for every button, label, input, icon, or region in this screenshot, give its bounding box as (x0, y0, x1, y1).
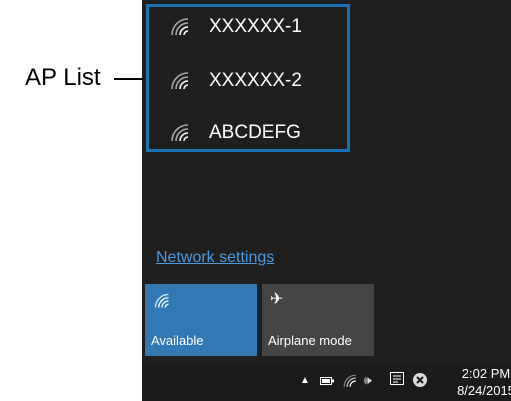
available-tile[interactable]: Available (145, 284, 257, 356)
wifi-icon (171, 18, 189, 36)
network-name: XXXXXX-2 (209, 70, 302, 91)
wifi-icon[interactable] (342, 373, 358, 389)
volume-icon[interactable]: 🕪 (364, 373, 372, 388)
airplane-mode-tile[interactable]: ✈ Airplane mode (262, 284, 374, 356)
airplane-icon: ✈ (270, 291, 284, 308)
ap-list: XXXXXX-1 XXXXXX-2 ABCDEFG (146, 4, 350, 152)
airplane-label: Airplane mode (268, 333, 352, 348)
network-item[interactable]: XXXXXX-1 (169, 9, 302, 45)
wifi-icon (171, 72, 189, 90)
network-item[interactable]: ABCDEFG (169, 115, 301, 151)
wifi-icon (171, 124, 189, 142)
wifi-icon (154, 293, 169, 308)
available-label: Available (151, 333, 204, 348)
network-name: XXXXXX-1 (209, 16, 302, 37)
clock-time: 2:02 PM (461, 366, 511, 381)
battery-icon[interactable] (320, 376, 334, 386)
network-settings-link[interactable]: Network settings (156, 249, 274, 267)
clock-date: 8/24/2015 (457, 383, 511, 398)
network-name: ABCDEFG (209, 122, 301, 143)
ap-list-callout-label: AP List (25, 64, 101, 91)
close-circle-icon[interactable] (412, 372, 428, 388)
chevron-up-icon[interactable]: ▲ (300, 375, 310, 386)
network-item[interactable]: XXXXXX-2 (169, 63, 302, 99)
callout-line (114, 78, 144, 80)
taskbar-clock[interactable]: 2:02 PM 8/24/2015 (456, 363, 511, 399)
action-center-icon[interactable] (390, 372, 404, 388)
